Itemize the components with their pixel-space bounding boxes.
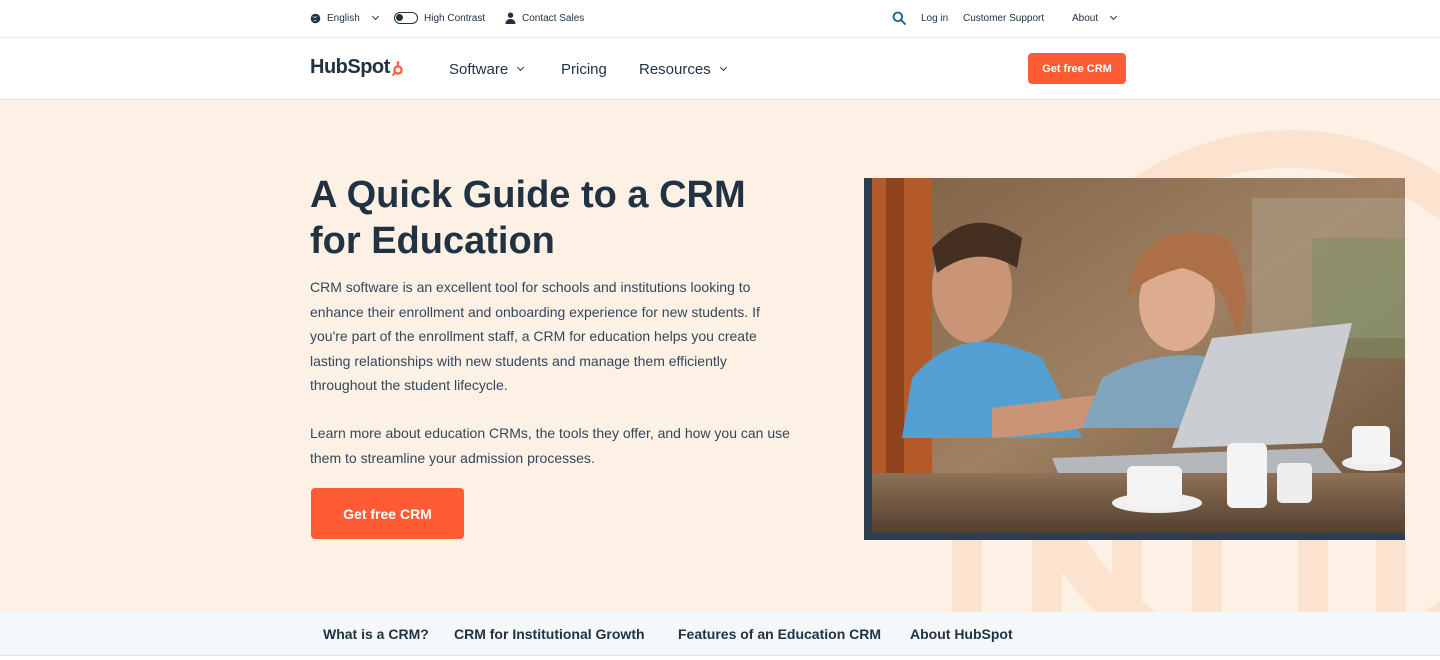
chevron-down-icon bbox=[1110, 12, 1118, 21]
about-label: About bbox=[1072, 12, 1099, 24]
login-link[interactable]: Log in bbox=[921, 0, 948, 36]
contact-sales-label: Contact Sales bbox=[522, 12, 585, 24]
section-tabs: What is a CRM? CRM for Institutional Gro… bbox=[0, 612, 1440, 656]
decorative-stripe bbox=[1298, 540, 1328, 612]
decorative-stripe bbox=[952, 540, 982, 612]
chevron-down-icon bbox=[719, 63, 727, 72]
nav-pricing[interactable]: Pricing bbox=[561, 38, 607, 100]
tab-what-is-a-crm[interactable]: What is a CRM? bbox=[323, 612, 429, 656]
get-free-crm-hero-button[interactable]: Get free CRM bbox=[311, 488, 464, 539]
tab-crm-for-institutional-growth[interactable]: CRM for Institutional Growth bbox=[454, 612, 645, 656]
hubspot-logo[interactable]: HubSpot bbox=[310, 56, 405, 79]
decorative-stripe bbox=[1376, 540, 1406, 612]
person-icon bbox=[505, 12, 516, 24]
hero-title: A Quick Guide to a CRM for Education bbox=[310, 174, 746, 262]
search-button[interactable] bbox=[892, 0, 906, 36]
hero-image bbox=[864, 178, 1405, 540]
toggle-switch-icon bbox=[394, 12, 418, 24]
nav-resources[interactable]: Resources bbox=[639, 38, 727, 100]
customer-support-label: Customer Support bbox=[963, 12, 1045, 24]
nav-software[interactable]: Software bbox=[449, 38, 525, 100]
tab-features-of-an-education-crm[interactable]: Features of an Education CRM bbox=[678, 612, 881, 656]
chevron-down-icon bbox=[517, 63, 525, 72]
hero-section: A Quick Guide to a CRM for Education CRM… bbox=[0, 100, 1440, 612]
language-selector[interactable]: English bbox=[310, 0, 379, 36]
high-contrast-label: High Contrast bbox=[424, 12, 486, 24]
sprocket-icon bbox=[391, 60, 403, 76]
customer-support-link[interactable]: Customer Support bbox=[963, 0, 1044, 36]
hero-paragraph-2: Learn more about education CRMs, the too… bbox=[310, 425, 790, 466]
language-label: English bbox=[327, 12, 360, 24]
nav-pricing-label: Pricing bbox=[561, 60, 607, 78]
utility-bar: English High Contrast Contact Sales Log … bbox=[0, 0, 1440, 38]
login-label: Log in bbox=[921, 12, 949, 24]
decorative-stripe bbox=[1192, 540, 1222, 612]
contact-sales-link[interactable]: Contact Sales bbox=[505, 0, 584, 36]
main-navigation: HubSpot Software Pricing Resources Get f… bbox=[0, 38, 1440, 100]
logo-text: HubSpot bbox=[310, 56, 390, 78]
search-icon bbox=[892, 11, 906, 25]
tab-about-hubspot[interactable]: About HubSpot bbox=[910, 612, 1013, 656]
globe-icon bbox=[310, 13, 321, 24]
nav-resources-label: Resources bbox=[639, 60, 711, 78]
hero-paragraph-1: CRM software is an excellent tool for sc… bbox=[310, 279, 760, 393]
decorative-stripe bbox=[1112, 540, 1142, 612]
chevron-down-icon bbox=[371, 12, 379, 21]
decorative-stripe bbox=[1032, 540, 1062, 612]
get-free-crm-nav-button[interactable]: Get free CRM bbox=[1028, 53, 1126, 84]
high-contrast-toggle[interactable]: High Contrast bbox=[394, 0, 485, 36]
students-laptop-photo bbox=[872, 178, 1405, 533]
nav-software-label: Software bbox=[449, 60, 509, 78]
about-dropdown[interactable]: About bbox=[1072, 0, 1118, 36]
